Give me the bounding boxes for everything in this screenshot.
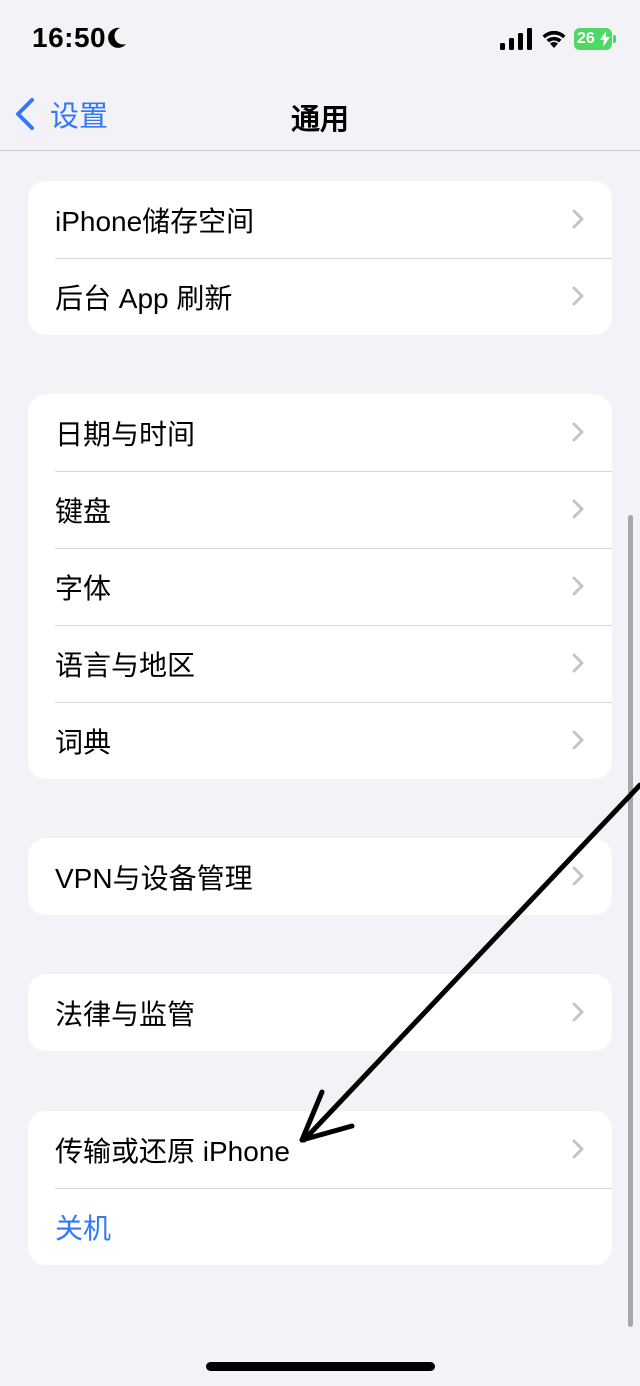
chevron-right-icon <box>572 209 584 229</box>
chevron-right-icon <box>572 422 584 442</box>
row-label: 词典 <box>55 726 112 758</box>
settings-group-reset: 传输或还原 iPhone 关机 <box>28 1111 612 1265</box>
row-language-region[interactable]: 语言与地区 <box>28 625 612 702</box>
settings-group-storage: iPhone储存空间 后台 App 刷新 <box>28 181 612 335</box>
settings-group-legal: 法律与监管 <box>28 974 612 1051</box>
row-label: VPN与设备管理 <box>55 862 253 894</box>
chevron-right-icon <box>572 866 584 886</box>
row-label: 字体 <box>55 572 112 604</box>
moon-icon <box>108 27 126 48</box>
shut-down-label: 关机 <box>55 1212 112 1244</box>
chevron-right-icon <box>572 286 584 306</box>
chevron-right-icon <box>572 653 584 673</box>
row-fonts[interactable]: 字体 <box>28 548 612 625</box>
row-keyboard[interactable]: 键盘 <box>28 471 612 548</box>
chevron-right-icon <box>572 1002 584 1022</box>
row-iphone-storage[interactable]: iPhone储存空间 <box>28 181 612 258</box>
settings-group-regional: 日期与时间 键盘 字体 语言与地区 词典 <box>28 394 612 779</box>
battery-tip <box>613 35 616 43</box>
row-transfer-reset-iphone[interactable]: 传输或还原 iPhone <box>28 1111 612 1188</box>
chevron-right-icon <box>572 1139 584 1159</box>
row-date-time[interactable]: 日期与时间 <box>28 394 612 471</box>
status-time: 16:50 <box>32 22 107 53</box>
row-shut-down[interactable]: 关机 <box>28 1188 612 1265</box>
row-dictionary[interactable]: 词典 <box>28 702 612 779</box>
chevron-right-icon <box>572 576 584 596</box>
settings-group-vpn: VPN与设备管理 <box>28 838 612 915</box>
row-background-app-refresh[interactable]: 后台 App 刷新 <box>28 258 612 335</box>
bolt-icon <box>600 31 610 47</box>
row-label: 键盘 <box>55 495 112 527</box>
page-title: 通用 <box>290 104 349 136</box>
row-label: iPhone储存空间 <box>55 205 255 237</box>
chevron-right-icon <box>572 730 584 750</box>
row-label: 语言与地区 <box>55 649 196 681</box>
row-label: 日期与时间 <box>55 418 196 450</box>
row-label: 传输或还原 iPhone <box>55 1135 290 1167</box>
status-bar: 16:50 26 <box>0 0 640 78</box>
scroll-indicator[interactable] <box>628 515 633 1327</box>
battery-level: 26 <box>577 30 595 47</box>
navigation-bar: 设置 通用 <box>0 78 640 151</box>
row-legal-regulatory[interactable]: 法律与监管 <box>28 974 612 1051</box>
wifi-icon <box>542 30 566 48</box>
row-label: 法律与监管 <box>55 998 196 1030</box>
row-label: 后台 App 刷新 <box>55 282 233 314</box>
chevron-right-icon <box>572 499 584 519</box>
signal-icon <box>500 28 532 50</box>
row-vpn-device-management[interactable]: VPN与设备管理 <box>28 838 612 915</box>
home-indicator[interactable] <box>206 1362 435 1371</box>
